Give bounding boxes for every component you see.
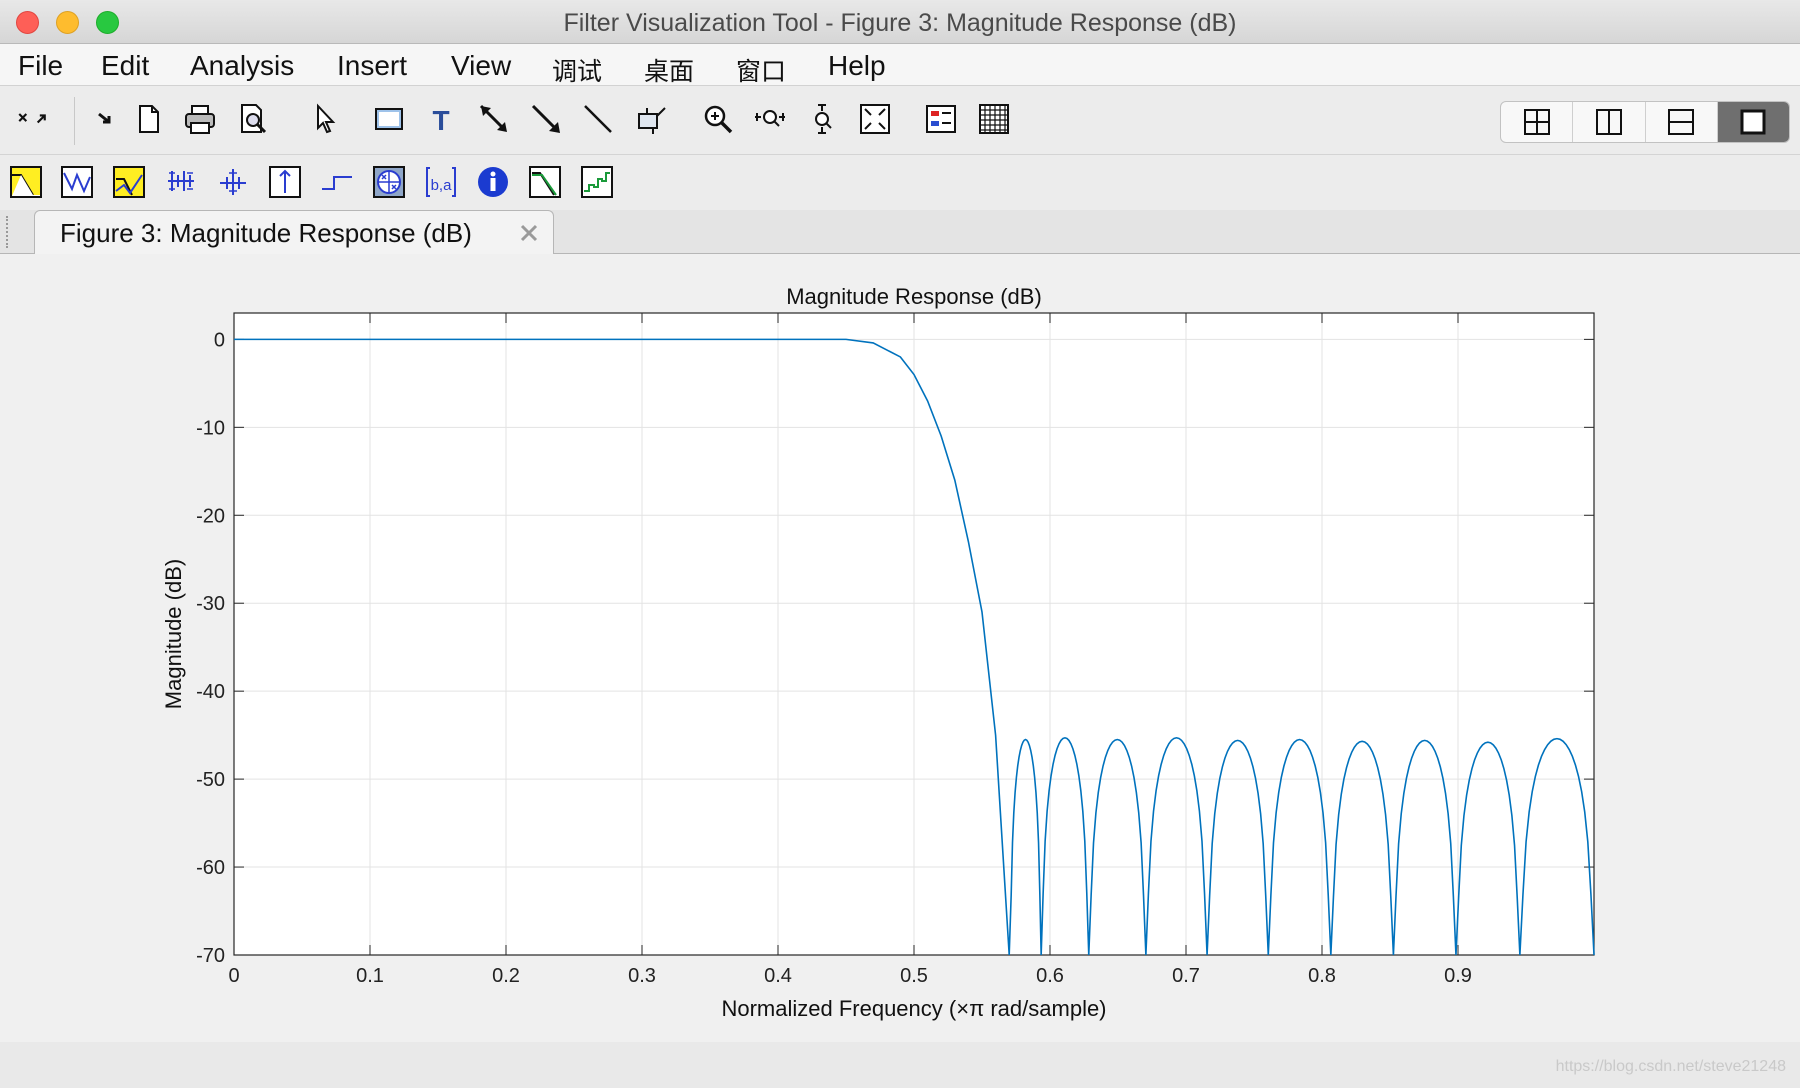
x-tick-label: 0.3 [628, 965, 656, 987]
main-toolbar: T [0, 87, 1800, 155]
tab-figure-3[interactable]: Figure 3: Magnitude Response (dB) [34, 210, 554, 255]
pole-zero-icon[interactable] [371, 164, 407, 200]
x-tick-label: 0.5 [900, 965, 928, 987]
x-tick-label: 0.2 [492, 965, 520, 987]
new-file-icon[interactable] [129, 99, 169, 139]
menu-help[interactable]: Help [828, 50, 886, 82]
magnitude-phase-icon[interactable] [111, 164, 147, 200]
x-tick-label: 0.4 [764, 965, 792, 987]
phase-delay-icon[interactable] [215, 164, 251, 200]
text-insert-icon[interactable]: T [421, 99, 461, 139]
close-tab-icon[interactable] [517, 221, 541, 245]
magnitude-estimate-icon[interactable] [527, 164, 563, 200]
x-tick-label: 0.1 [356, 965, 384, 987]
y-tick-label: 0 [214, 329, 225, 351]
y-axis-label: Magnitude (dB) [161, 559, 186, 709]
single-view-icon[interactable] [1717, 102, 1789, 142]
zoom-x-icon[interactable] [750, 99, 790, 139]
toolbar-separator [74, 97, 75, 145]
tile-columns-icon[interactable] [1573, 102, 1646, 142]
y-tick-label: -10 [196, 417, 225, 439]
y-tick-label: -40 [196, 681, 225, 703]
zoom-y-icon[interactable] [803, 99, 843, 139]
drag-grip-handle[interactable] [6, 216, 10, 248]
tab-label: Figure 3: Magnitude Response (dB) [60, 218, 472, 248]
y-tick-label: -50 [196, 769, 225, 791]
svg-text:T: T [432, 105, 449, 136]
window-title: Filter Visualization Tool - Figure 3: Ma… [563, 9, 1237, 37]
undock-icon[interactable] [8, 99, 56, 139]
impulse-response-icon[interactable] [267, 164, 303, 200]
x-axis-label: Normalized Frequency (×π rad/sample) [721, 996, 1106, 1021]
info-icon[interactable] [475, 164, 511, 200]
menu-analysis[interactable]: Analysis [190, 50, 294, 82]
figure-area: Magnitude Response (dB) 0 0.1 0.2 0.3 0.4 0.5… [0, 254, 1800, 1042]
menu-desktop[interactable]: 桌面 [644, 52, 694, 88]
magnitude-response-plot[interactable]: Magnitude Response (dB) 0 0.1 0.2 0.3 0.4 0.5… [0, 254, 1800, 1042]
zoom-in-icon[interactable] [698, 99, 738, 139]
x-tick-label: 0.9 [1444, 965, 1472, 987]
x-tick-label: 0.8 [1308, 965, 1336, 987]
menu-insert[interactable]: Insert [337, 50, 407, 82]
menu-edit[interactable]: Edit [101, 50, 149, 82]
redo-arrow-icon[interactable] [86, 99, 126, 139]
legend-icon[interactable] [921, 99, 961, 139]
double-arrow-icon[interactable] [526, 99, 566, 139]
menu-window[interactable]: 窗口 [736, 52, 786, 88]
y-tick-label: -60 [196, 857, 225, 879]
grid-lines [234, 313, 1594, 955]
watermark: https://blog.csdn.net/steve21248 [1555, 1058, 1786, 1075]
round-off-noise-icon[interactable] [579, 164, 615, 200]
svg-text:b,a: b,a [431, 177, 453, 194]
y-tick-label: -30 [196, 593, 225, 615]
line-icon[interactable] [578, 99, 618, 139]
figure-tab-strip: Figure 3: Magnitude Response (dB) [0, 210, 1800, 255]
x-tick-label: 0.6 [1036, 965, 1064, 987]
magnitude-response-icon[interactable] [8, 164, 44, 200]
select-pointer-icon[interactable] [305, 99, 345, 139]
x-tick-label: 0 [228, 965, 239, 987]
menu-bar: File Edit Analysis Insert View 调试 桌面 窗口 … [0, 44, 1800, 86]
tile-grid-icon[interactable] [1501, 102, 1574, 142]
group-delay-icon[interactable] [163, 164, 199, 200]
y-tick-label: -70 [196, 945, 225, 967]
grid-icon[interactable] [974, 99, 1014, 139]
rectangle-icon[interactable] [369, 99, 409, 139]
print-icon[interactable] [180, 99, 220, 139]
y-tick-label: -20 [196, 505, 225, 527]
analysis-toolbar: b,a [0, 156, 1800, 210]
full-view-icon[interactable] [855, 99, 895, 139]
arrow-icon[interactable] [474, 99, 514, 139]
step-response-icon[interactable] [319, 164, 355, 200]
layout-button-group [1500, 101, 1790, 143]
phase-response-icon[interactable] [59, 164, 95, 200]
coefficients-icon[interactable]: b,a [423, 164, 459, 200]
chart-title: Magnitude Response (dB) [786, 284, 1042, 309]
menu-debug[interactable]: 调试 [552, 52, 602, 88]
status-bar: https://blog.csdn.net/steve21248 [0, 1042, 1800, 1088]
x-tick-label: 0.7 [1172, 965, 1200, 987]
tile-rows-icon[interactable] [1646, 102, 1718, 142]
print-preview-icon[interactable] [233, 99, 273, 139]
pin-icon[interactable] [630, 99, 670, 139]
menu-view[interactable]: View [451, 50, 511, 82]
menu-file[interactable]: File [18, 50, 63, 82]
title-bar: Filter Visualization Tool - Figure 3: Ma… [0, 0, 1800, 44]
